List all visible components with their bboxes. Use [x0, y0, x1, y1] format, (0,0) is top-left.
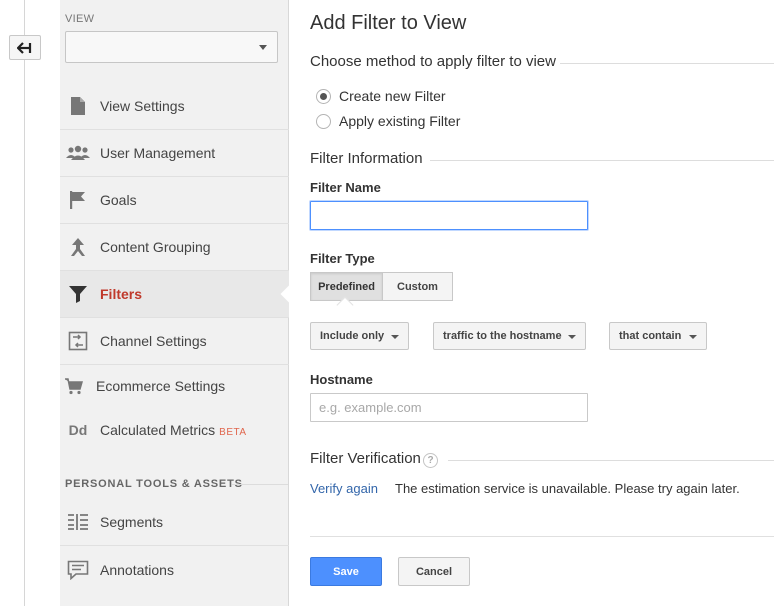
cancel-button[interactable]: Cancel — [398, 557, 470, 586]
dd-icon: Dd — [68, 422, 88, 438]
page-title: Add Filter to View — [310, 12, 467, 34]
section-divider — [560, 63, 774, 64]
section-divider — [232, 484, 288, 485]
tab-custom[interactable]: Custom — [383, 272, 453, 301]
sidebar-item-annotations[interactable]: Annotations — [60, 546, 289, 593]
dropdown-value: that contain — [619, 330, 682, 342]
radio-label: Create new Filter — [339, 88, 446, 104]
expression-dropdown[interactable]: that contain — [609, 322, 707, 350]
personal-tools-heading: PERSONAL TOOLS & ASSETS — [65, 478, 243, 490]
radio-label: Apply existing Filter — [339, 113, 461, 129]
sidebar-item-label: Segments — [100, 514, 164, 530]
source-dropdown[interactable]: traffic to the hostname — [433, 322, 586, 350]
sidebar-item-label: View Settings — [100, 98, 185, 114]
radio-apply-existing-filter[interactable]: Apply existing Filter — [316, 113, 460, 129]
verify-again-link[interactable]: Verify again — [310, 481, 378, 496]
filter-name-input[interactable] — [310, 201, 588, 230]
method-heading: Choose method to apply filter to view — [310, 53, 556, 70]
dropdown-value: traffic to the hostname — [443, 330, 562, 342]
view-select[interactable] — [65, 31, 278, 63]
flag-icon — [66, 190, 90, 210]
sidebar-item-ecommerce-settings[interactable]: Ecommerce Settings — [60, 363, 289, 409]
help-icon[interactable]: ? — [423, 453, 438, 468]
sidebar-item-view-settings[interactable]: View Settings — [60, 83, 289, 130]
sidebar-item-calculated-metrics[interactable]: Dd Calculated Metrics BETA — [60, 407, 289, 453]
segments-icon — [66, 512, 90, 532]
chevron-down-icon — [689, 335, 697, 339]
filter-type-label: Filter Type — [310, 251, 375, 266]
sidebar-item-label: Ecommerce Settings — [96, 378, 226, 394]
sidebar-item-label: Filters — [100, 286, 143, 302]
filter-icon — [66, 284, 90, 304]
hostname-label: Hostname — [310, 372, 373, 387]
form-footer-divider — [310, 536, 774, 537]
calculated-metrics-label: Calculated Metrics — [100, 422, 216, 438]
dropdown-value: Include only — [320, 330, 385, 342]
sidebar-item-goals[interactable]: Goals — [60, 177, 289, 224]
sidebar-item-label: Channel Settings — [100, 333, 207, 349]
sidebar-item-segments[interactable]: Segments — [60, 499, 289, 546]
include-exclude-dropdown[interactable]: Include only — [310, 322, 409, 350]
left-rail — [24, 0, 25, 606]
back-arrow-icon — [17, 41, 32, 54]
beta-badge: BETA — [219, 427, 247, 438]
content-grouping-icon — [66, 237, 90, 257]
channel-settings-icon — [66, 331, 90, 351]
sidebar-item-label: Calculated Metrics BETA — [100, 422, 247, 438]
view-label: VIEW — [65, 13, 95, 25]
sidebar-item-label: User Management — [100, 145, 216, 161]
back-button[interactable] — [9, 35, 41, 60]
section-divider — [430, 160, 774, 161]
radio-button[interactable] — [316, 88, 331, 104]
filter-type-toggle: Predefined Custom — [310, 272, 453, 301]
filter-information-heading: Filter Information — [310, 150, 423, 167]
sidebar-item-label: Content Grouping — [100, 239, 211, 255]
sidebar-item-label: Goals — [100, 192, 137, 208]
tab-predefined[interactable]: Predefined — [310, 272, 383, 301]
sidebar-item-user-management[interactable]: User Management — [60, 130, 289, 177]
radio-create-new-filter[interactable]: Create new Filter — [316, 88, 446, 104]
sidebar-item-channel-settings[interactable]: Channel Settings — [60, 318, 289, 365]
chevron-down-icon — [568, 335, 576, 339]
filter-verification-heading: Filter Verification — [310, 450, 421, 467]
chevron-down-icon — [391, 335, 399, 339]
save-button[interactable]: Save — [310, 557, 382, 586]
hostname-input[interactable] — [310, 393, 588, 422]
document-icon — [66, 96, 90, 116]
annotation-icon — [66, 560, 90, 580]
sidebar-item-label: Annotations — [100, 561, 174, 578]
filter-name-label: Filter Name — [310, 180, 381, 195]
radio-button[interactable] — [316, 113, 331, 129]
chevron-down-icon — [259, 45, 267, 50]
verification-message: The estimation service is unavailable. P… — [395, 481, 740, 496]
users-icon — [66, 143, 90, 163]
cart-icon — [62, 376, 86, 396]
sidebar-item-content-grouping[interactable]: Content Grouping — [60, 224, 289, 271]
section-divider — [448, 460, 774, 461]
sidebar-item-filters[interactable]: Filters — [60, 271, 289, 318]
